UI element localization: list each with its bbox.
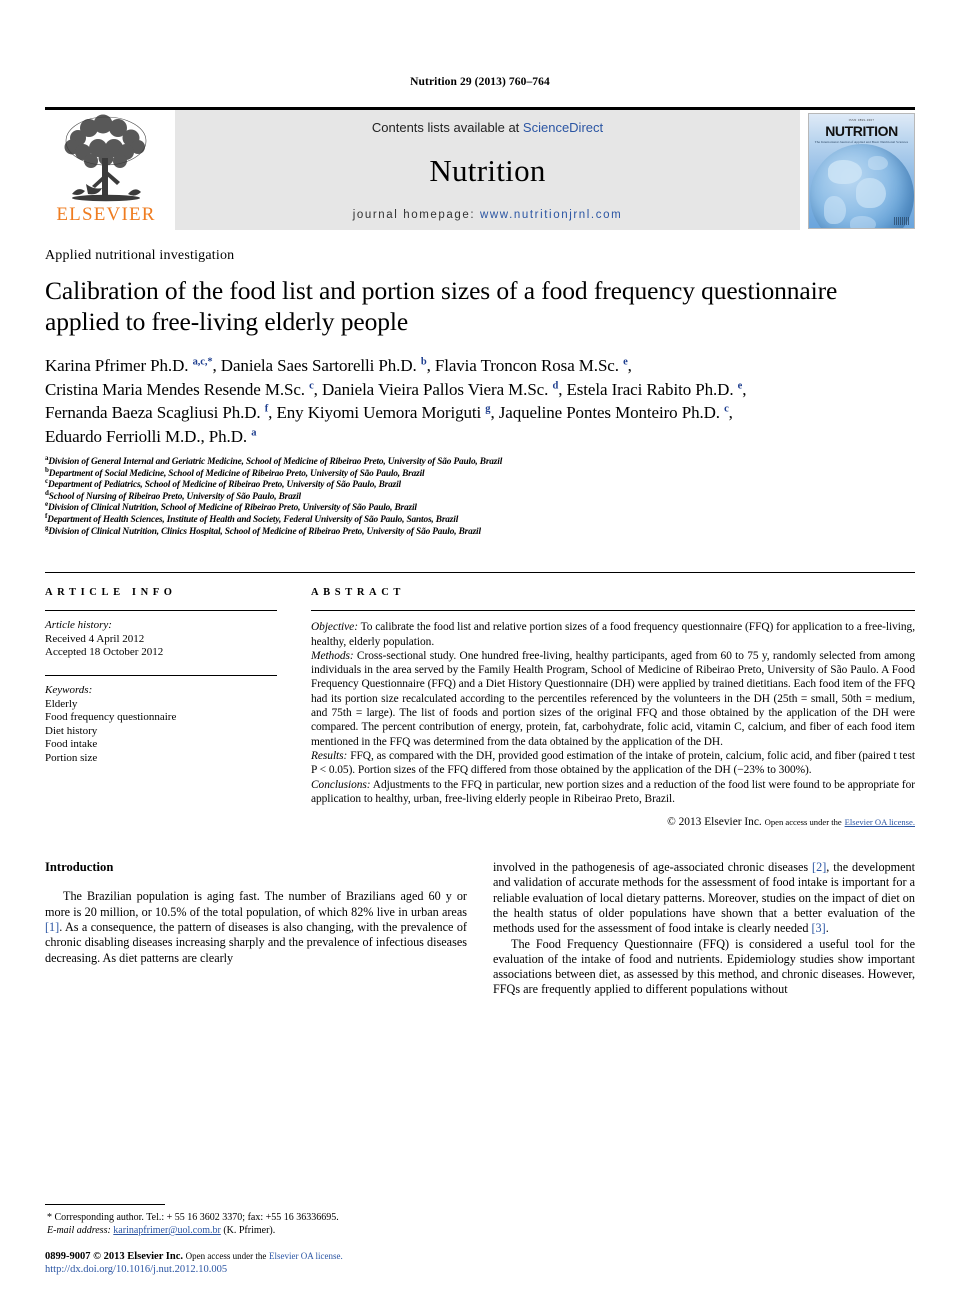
keywords-block: Keywords: Elderly Food frequency questio… — [45, 684, 277, 766]
affiliation-item: gDivision of Clinical Nutrition, Clinics… — [45, 524, 915, 539]
author-list: Karina Pfrimer Ph.D. a,c,*, Daniela Saes… — [45, 354, 915, 448]
author-line: Fernanda Baeza Scagliusi Ph.D. f, Eny Ki… — [45, 403, 733, 423]
open-access-prefix: Open access under the — [764, 817, 842, 828]
journal-masthead: ELSEVIER Contents lists available at Sci… — [45, 107, 915, 230]
abstract-heading: ABSTRACT — [311, 587, 405, 599]
abstract-conclusions-label: Conclusions: — [311, 778, 371, 791]
affiliation-text: Division of Clinical Nutrition, Clinics … — [48, 526, 481, 537]
divider — [45, 675, 277, 677]
abstract-conclusions-text: Adjustments to the FFQ in particular, ne… — [311, 778, 915, 805]
cover-issn-code: ISSN 0899-9007 — [848, 118, 875, 122]
doi-link[interactable]: http://dx.doi.org/10.1016/j.nut.2012.10.… — [45, 1263, 475, 1276]
abstract-column: ABSTRACT Objective: To calibrate the foo… — [303, 573, 915, 828]
keyword-item: Elderly — [45, 697, 78, 710]
issn-number: 0899-9007 — [45, 1251, 91, 1262]
elsevier-logo: ELSEVIER — [45, 110, 167, 230]
affiliation-item: cDepartment of Pediatrics, School of Med… — [45, 478, 915, 492]
corresponding-author-text: Corresponding author. Tel.: + 55 16 3602… — [52, 1212, 339, 1223]
divider — [45, 610, 277, 612]
homepage-prefix: journal homepage: — [352, 209, 476, 221]
article-info-column: ARTICLE INFO Article history: Received 4… — [45, 573, 303, 828]
page-title: Calibration of the food list and portion… — [45, 276, 838, 336]
affiliation-text: Department of Pediatrics, School of Medi… — [47, 480, 401, 491]
body-column-right: involved in the pathogenesis of age-asso… — [493, 860, 915, 998]
article-received: Received 4 April 2012 — [45, 632, 145, 645]
running-head: Nutrition 29 (2013) 760–764 — [410, 76, 550, 88]
intro-paragraph-right-1: involved in the pathogenesis of age-asso… — [493, 860, 915, 936]
article-history-label: Article history: — [45, 619, 112, 632]
author-line: Karina Pfrimer Ph.D. a,c,*, Daniela Saes… — [45, 356, 632, 376]
article-history: Article history: Received 4 April 2012 A… — [45, 619, 277, 660]
contents-lists-line: Contents lists available at ScienceDirec… — [372, 120, 603, 135]
abstract-objective-label: Objective: — [311, 621, 358, 634]
abstract-body: Objective: To calibrate the food list an… — [311, 620, 915, 806]
keyword-item: Portion size — [45, 751, 98, 764]
article-page: Nutrition 29 (2013) 760–764 ELSEVIER Con… — [0, 0, 960, 1290]
footer-copyright: © 2013 Elsevier Inc. — [93, 1251, 184, 1262]
body-columns: Introduction The Brazilian population is… — [45, 860, 915, 998]
email-link[interactable]: karinapfrimer@uol.com.br — [113, 1225, 221, 1236]
journal-band: Contents lists available at ScienceDirec… — [175, 110, 800, 230]
sciencedirect-link[interactable]: ScienceDirect — [523, 120, 603, 135]
journal-title: Nutrition — [429, 153, 546, 188]
abstract-objective: Objective: To calibrate the food list an… — [311, 620, 915, 649]
affiliation-item: eDivision of Clinical Nutrition, School … — [45, 501, 915, 515]
page-footer: * Corresponding author. Tel.: + 55 16 36… — [45, 1204, 475, 1276]
article-section-type: Applied nutritional investigation — [45, 248, 235, 263]
footer-oa-license-link[interactable]: Elsevier OA license. — [269, 1251, 343, 1261]
abstract-results-label: Results: — [311, 749, 348, 762]
affiliation-list: aDivision of General Internal and Geriat… — [45, 454, 915, 539]
elsevier-wordmark: ELSEVIER — [56, 204, 156, 225]
article-accepted: Accepted 18 October 2012 — [45, 646, 164, 659]
abstract-results-text: FFQ, as compared with the DH, provided g… — [311, 749, 915, 777]
affiliation-text: Division of General Internal and Geriatr… — [48, 457, 503, 468]
abstract-objective-text: To calibrate the food list and relative … — [311, 621, 915, 648]
author-line: Eduardo Ferriolli M.D., Ph.D. a — [45, 426, 257, 446]
keyword-item: Food frequency questionnaire — [45, 711, 177, 724]
info-abstract-block: ARTICLE INFO Article history: Received 4… — [45, 572, 915, 828]
email-suffix: (K. Pfrimer). — [220, 1225, 276, 1236]
intro-paragraph-right-2: The Food Frequency Questionnaire (FFQ) i… — [493, 936, 915, 997]
keyword-item: Diet history — [45, 724, 98, 737]
email-label: E-mail address: — [47, 1225, 111, 1236]
intro-paragraph-left: The Brazilian population is aging fast. … — [45, 889, 467, 965]
abstract-methods: Methods: Cross-sectional study. One hund… — [311, 649, 915, 749]
introduction-heading: Introduction — [45, 860, 114, 875]
keywords-label: Keywords: — [45, 684, 93, 697]
affiliation-item: dSchool of Nursing of Ribeirao Preto, Un… — [45, 489, 915, 504]
elsevier-oa-license-link[interactable]: Elsevier OA license. — [845, 817, 915, 827]
affiliation-text: Division of Clinical Nutrition, School o… — [47, 503, 417, 514]
author-line: Cristina Maria Mendes Resende M.Sc. c, D… — [45, 379, 747, 399]
issn-copyright-line: 0899-9007 © 2013 Elsevier Inc. Open acce… — [45, 1250, 475, 1263]
elsevier-tree-icon — [64, 114, 147, 202]
affiliation-text: Department of Health Sciences, Institute… — [47, 515, 459, 526]
affiliation-text: School of Nursing of Ribeirao Preto, Uni… — [48, 491, 301, 502]
email-note: E-mail address: karinapfrimer@uol.com.br… — [45, 1224, 475, 1237]
cover-title: NUTRITION — [825, 123, 898, 139]
journal-homepage-line: journal homepage: www.nutritionjrnl.com — [353, 209, 623, 221]
article-info-heading: ARTICLE INFO — [45, 587, 177, 599]
footnote-divider — [45, 1204, 165, 1205]
abstract-results: Results: FFQ, as compared with the DH, p… — [311, 749, 915, 778]
corresponding-author-note: * Corresponding author. Tel.: + 55 16 36… — [45, 1211, 475, 1224]
abstract-copyright: © 2013 Elsevier Inc. Open access under t… — [311, 816, 915, 828]
abstract-methods-text: Cross-sectional study. One hundred free-… — [311, 649, 915, 748]
footer-open-access-prefix: Open access under the — [185, 1251, 267, 1261]
contents-prefix: Contents lists available at — [371, 120, 520, 135]
homepage-url-link[interactable]: www.nutritionjrnl.com — [480, 209, 622, 221]
affiliation-item: aDivision of General Internal and Geriat… — [45, 454, 915, 469]
copyright-text: © 2013 Elsevier Inc. — [667, 816, 762, 829]
keyword-item: Food intake — [45, 738, 98, 751]
affiliation-item: fDepartment of Health Sciences, Institut… — [45, 512, 915, 527]
affiliation-text: Department of Social Medicine, School of… — [48, 468, 425, 479]
divider — [311, 610, 915, 612]
abstract-conclusions: Conclusions: Adjustments to the FFQ in p… — [311, 778, 915, 807]
abstract-methods-label: Methods: — [311, 649, 354, 662]
body-column-left: Introduction The Brazilian population is… — [45, 860, 467, 998]
journal-cover-thumbnail: ISSN 0899-9007 NUTRITION The Internation… — [808, 113, 915, 229]
cover-barcode — [894, 217, 910, 225]
affiliation-item: bDepartment of Social Medicine, School o… — [45, 466, 915, 481]
